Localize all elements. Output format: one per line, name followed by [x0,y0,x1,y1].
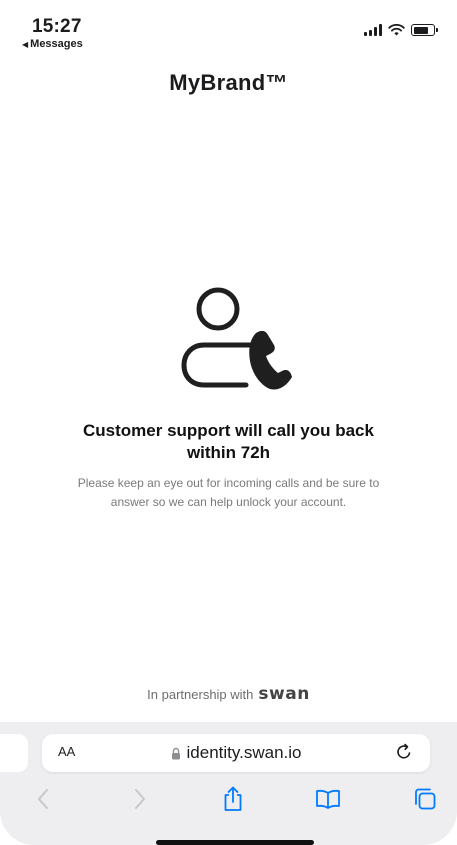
status-time: 15:27 [32,16,82,37]
person-phone-icon [181,287,292,390]
url-display[interactable]: identity.swan.io [42,743,430,763]
address-bar[interactable]: AA identity.swan.io [42,734,430,772]
tabs-icon[interactable] [410,784,440,814]
support-description: Please keep an eye out for incoming call… [77,476,380,509]
support-headline: Customer support will call you back with… [83,421,374,462]
reload-icon[interactable] [394,742,414,762]
chevron-left-icon[interactable] [28,784,58,814]
back-to-app-link[interactable]: ◀ Messages [22,38,83,50]
cellular-signal-icon [364,24,382,36]
wifi-icon [388,24,405,36]
previous-tab-preview[interactable] [0,734,28,772]
status-bar: 15:27 ◀ Messages [0,0,457,56]
url-text: identity.swan.io [186,743,302,762]
swan-logo: swan [258,684,310,704]
chevron-right-icon[interactable] [125,784,155,814]
back-triangle-icon: ◀ [22,40,29,49]
home-indicator[interactable] [156,840,314,845]
phone-screen: 15:27 ◀ Messages MyBrand™ Customer suppor… [0,0,457,845]
back-app-label: Messages [30,38,83,50]
lock-icon [171,747,180,759]
brand-title: MyBrand™ [169,70,288,95]
browser-toolbar: AA identity.swan.io [0,722,457,845]
share-icon[interactable] [218,784,248,814]
book-icon[interactable] [313,784,343,814]
safari-nav-toolbar [0,782,457,818]
status-icons [364,24,438,36]
partnership-footer: In partnership with swan [0,684,457,704]
partnership-label: In partnership with [147,687,254,702]
battery-icon [411,24,438,36]
